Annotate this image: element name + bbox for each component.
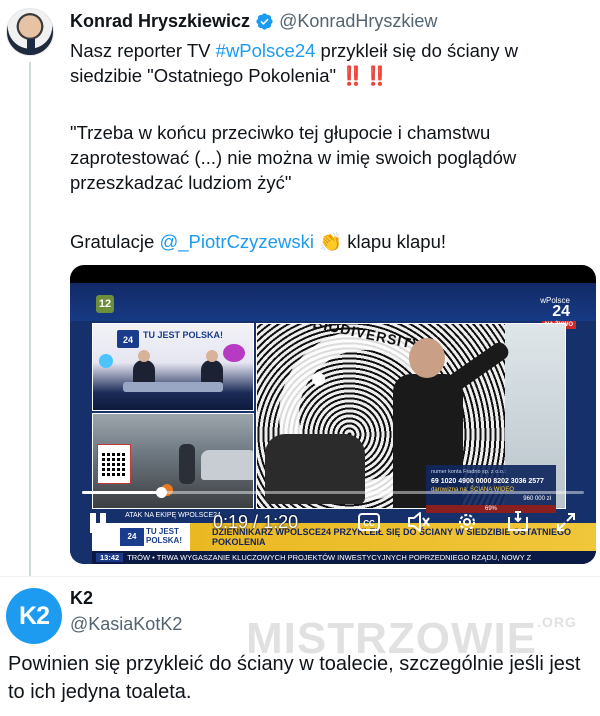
fullscreen-button[interactable] [554, 507, 578, 537]
current-time: 0:19 [213, 512, 249, 532]
donation-box: numer konta Fradrio sp. z o.o.: 69 1020 … [426, 465, 556, 505]
studio-24-badge: 24 [117, 330, 139, 348]
reply-author-handle[interactable]: @KasiaKotK2 [70, 614, 182, 635]
double-exclamation-emoji: ‼️‼️ [341, 65, 390, 86]
progress-scrubber[interactable] [82, 487, 584, 498]
captions-icon: CC [358, 513, 380, 531]
studio-desk [123, 382, 223, 392]
settings-button[interactable] [455, 507, 479, 537]
mute-button[interactable] [407, 507, 431, 537]
crawl-text: TRÓW • TRWA WYGASZANIE KLUCZOWYCH PROJEK… [127, 553, 532, 562]
clapping-hands-emoji: 👏 [319, 231, 343, 252]
reply-author-avatar[interactable]: K2 [6, 588, 62, 644]
pause-button[interactable] [86, 507, 108, 537]
hashtag-link[interactable]: #wPolsce24 [216, 40, 316, 61]
mention-link[interactable]: @_PiotrCzyzewski [159, 231, 313, 252]
thread-line [29, 62, 31, 576]
donation-label: numer konta Fradrio sp. z o.o.: [431, 469, 506, 475]
studio-person [201, 350, 223, 384]
street-inset [92, 413, 254, 509]
bottom-news-crawl: 13:42 TRÓW • TRWA WYGASZANIE KLUCZOWYCH P… [92, 551, 596, 564]
picture-in-picture-icon [508, 511, 528, 531]
donation-account: 69 1020 4900 0000 8202 3036 2577 [431, 478, 544, 485]
text-part: Nasz reporter TV [70, 40, 216, 61]
author-avatar[interactable] [6, 8, 54, 56]
reply-author-name[interactable]: K2 [70, 588, 93, 609]
author-handle[interactable]: @KonradHryszkiew [279, 11, 437, 32]
gear-icon [459, 514, 475, 530]
qr-code-icon [102, 452, 126, 476]
tweet-header: Konrad Hryszkiewicz @KonradHryszkiew [70, 9, 437, 33]
text-part: klapu klapu! [342, 231, 447, 252]
police-officer [179, 444, 195, 484]
verified-badge-icon [256, 12, 273, 30]
fullscreen-icon [557, 513, 575, 531]
studio-inset: 24 TU JEST POLSKA! [92, 323, 254, 411]
time-display: 0:19 / 1:20 [213, 512, 299, 532]
picture-in-picture-button[interactable] [506, 507, 530, 537]
decor-bubble [99, 354, 113, 368]
wpolsce24-logo: wPolsce 24 [540, 295, 570, 320]
author-name[interactable]: Konrad Hryszkiewicz [70, 11, 250, 32]
decor-bubble [223, 344, 245, 362]
studio-tujest-text: TU JEST POLSKA! [143, 330, 224, 340]
channel-number-badge: 12 [96, 295, 114, 313]
tv-top-band [70, 283, 596, 321]
video-player[interactable]: 12 wPolsce 24 NA ŻYWO 24 TU JEST POLSKA! [70, 265, 596, 564]
svg-text:CC: CC [363, 519, 375, 528]
captions-button[interactable]: CC [358, 507, 380, 537]
tweet-konrad: Konrad Hryszkiewicz @KonradHryszkiew Nas… [0, 0, 600, 576]
tweet-quote-paragraph: "Trzeba w końcu przeciwko tej głupocie i… [70, 122, 517, 193]
progress-fill [82, 491, 162, 494]
tweet-paragraph-1: Nasz reporter TV #wPolsce24 przykleił si… [70, 38, 595, 88]
reply-text: Powinien się przykleić do ściany w toale… [8, 653, 581, 703]
studio-person [133, 350, 155, 384]
text-part: Gratulacje [70, 231, 160, 252]
duration: 1:20 [263, 512, 299, 532]
tweet-paragraph-3: Gratulacje @_PiotrCzyzewski 👏 klapu klap… [70, 229, 595, 254]
video-controls: 0:19 / 1:20 CC [70, 503, 596, 541]
watermark-suffix: .ORG [537, 614, 577, 630]
logo-big-text: 24 [552, 303, 570, 320]
car [201, 450, 253, 480]
crawl-time: 13:42 [96, 553, 124, 562]
speaker-muted-icon [408, 512, 430, 532]
tweet-divider [0, 576, 600, 577]
